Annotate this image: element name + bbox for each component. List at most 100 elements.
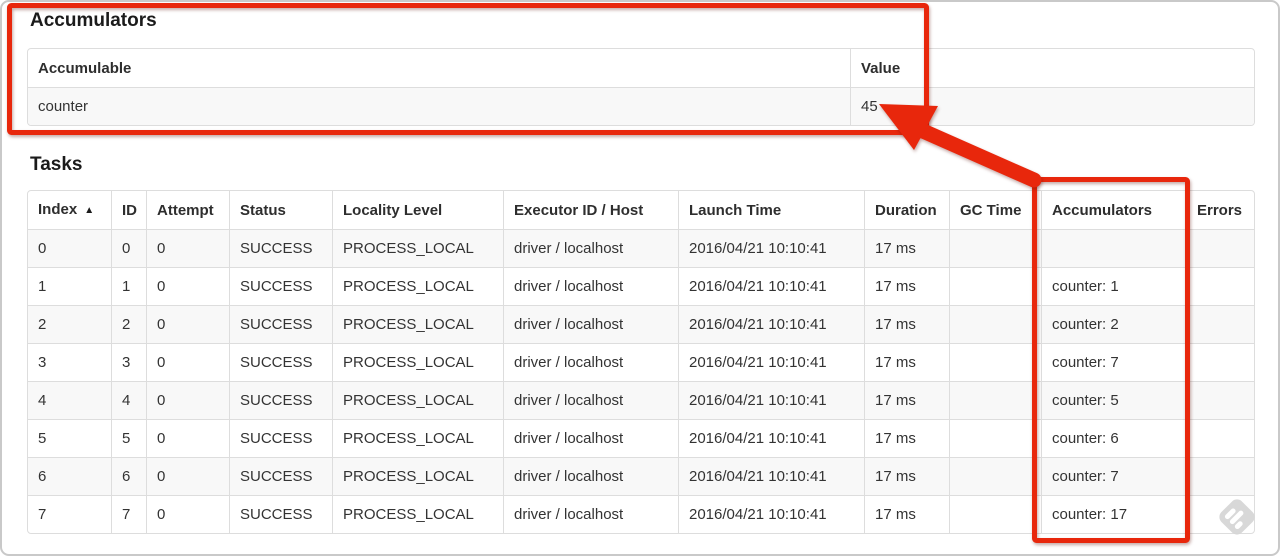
cell-gc <box>949 381 1041 419</box>
cell-gc <box>949 343 1041 381</box>
cell-launch: 2016/04/21 10:10:41 <box>678 495 864 533</box>
column-header-accumulable[interactable]: Accumulable <box>28 49 850 87</box>
cell-attempt: 0 <box>146 305 229 343</box>
cell-id: 1 <box>111 267 146 305</box>
cell-errors <box>1186 419 1254 457</box>
cell-index: 1 <box>28 267 111 305</box>
cell-launch: 2016/04/21 10:10:41 <box>678 457 864 495</box>
cell-executor: driver / localhost <box>503 381 678 419</box>
cell-index: 4 <box>28 381 111 419</box>
column-header-locality-level[interactable]: Locality Level <box>332 191 503 229</box>
cell-locality: PROCESS_LOCAL <box>332 343 503 381</box>
accumulators-table: Accumulable Value counter 45 <box>27 48 1255 126</box>
column-header-accumulators[interactable]: Accumulators <box>1041 191 1186 229</box>
cell-duration: 17 ms <box>864 495 949 533</box>
cell-accumulators: counter: 2 <box>1041 305 1186 343</box>
cell-errors <box>1186 305 1254 343</box>
table-row: 1 1 0 SUCCESS PROCESS_LOCAL driver / localhos… <box>28 267 1254 305</box>
cell-accumulators: counter: 17 <box>1041 495 1186 533</box>
cell-locality: PROCESS_LOCAL <box>332 381 503 419</box>
cell-id: 4 <box>111 381 146 419</box>
table-row: 6 6 0 SUCCESS PROCESS_LOCAL driver / localhos… <box>28 457 1254 495</box>
table-row: 0 0 0 SUCCESS PROCESS_LOCAL driver / localhos… <box>28 229 1254 267</box>
cell-id: 2 <box>111 305 146 343</box>
cell-launch: 2016/04/21 10:10:41 <box>678 343 864 381</box>
cell-duration: 17 ms <box>864 381 949 419</box>
cell-status: SUCCESS <box>229 419 332 457</box>
cell-errors <box>1186 267 1254 305</box>
cell-duration: 17 ms <box>864 229 949 267</box>
cell-id: 6 <box>111 457 146 495</box>
cell-gc <box>949 419 1041 457</box>
cell-launch: 2016/04/21 10:10:41 <box>678 305 864 343</box>
cell-accumulators: counter: 7 <box>1041 457 1186 495</box>
cell-duration: 17 ms <box>864 419 949 457</box>
cell-accumulable: counter <box>28 87 850 125</box>
accumulators-header-row: Accumulable Value <box>28 49 1254 87</box>
cell-status: SUCCESS <box>229 267 332 305</box>
column-header-index[interactable]: Index ▲ <box>28 191 111 229</box>
accumulators-section-title: Accumulators <box>30 10 157 31</box>
cell-id: 5 <box>111 419 146 457</box>
cell-errors <box>1186 457 1254 495</box>
cell-locality: PROCESS_LOCAL <box>332 495 503 533</box>
cell-status: SUCCESS <box>229 229 332 267</box>
cell-attempt: 0 <box>146 495 229 533</box>
cell-status: SUCCESS <box>229 495 332 533</box>
column-header-executor-id-host[interactable]: Executor ID / Host <box>503 191 678 229</box>
table-row: 7 7 0 SUCCESS PROCESS_LOCAL driver / localhos… <box>28 495 1254 533</box>
cell-duration: 17 ms <box>864 305 949 343</box>
cell-accumulators: counter: 5 <box>1041 381 1186 419</box>
cell-index: 6 <box>28 457 111 495</box>
column-header-attempt[interactable]: Attempt <box>146 191 229 229</box>
cell-launch: 2016/04/21 10:10:41 <box>678 381 864 419</box>
cell-status: SUCCESS <box>229 305 332 343</box>
cell-launch: 2016/04/21 10:10:41 <box>678 229 864 267</box>
table-row: 5 5 0 SUCCESS PROCESS_LOCAL driver / localhos… <box>28 419 1254 457</box>
cell-launch: 2016/04/21 10:10:41 <box>678 419 864 457</box>
tasks-header-row: Index ▲ ID Attempt Status Locality Level … <box>28 191 1254 229</box>
cell-executor: driver / localhost <box>503 229 678 267</box>
cell-launch: 2016/04/21 10:10:41 <box>678 267 864 305</box>
table-row: 2 2 0 SUCCESS PROCESS_LOCAL driver / localhos… <box>28 305 1254 343</box>
cell-locality: PROCESS_LOCAL <box>332 229 503 267</box>
cell-index: 5 <box>28 419 111 457</box>
cell-gc <box>949 495 1041 533</box>
cell-attempt: 0 <box>146 267 229 305</box>
cell-accumulators: counter: 1 <box>1041 267 1186 305</box>
cell-errors <box>1186 343 1254 381</box>
column-header-status[interactable]: Status <box>229 191 332 229</box>
cell-executor: driver / localhost <box>503 267 678 305</box>
cell-index: 2 <box>28 305 111 343</box>
column-header-errors[interactable]: Errors <box>1186 191 1254 229</box>
cell-locality: PROCESS_LOCAL <box>332 457 503 495</box>
cell-gc <box>949 267 1041 305</box>
column-header-id[interactable]: ID <box>111 191 146 229</box>
cell-index: 3 <box>28 343 111 381</box>
cell-duration: 17 ms <box>864 267 949 305</box>
cell-index: 0 <box>28 229 111 267</box>
cell-locality: PROCESS_LOCAL <box>332 305 503 343</box>
column-header-value[interactable]: Value <box>850 49 1254 87</box>
cell-executor: driver / localhost <box>503 419 678 457</box>
column-header-launch-time[interactable]: Launch Time <box>678 191 864 229</box>
cell-index: 7 <box>28 495 111 533</box>
table-row: 4 4 0 SUCCESS PROCESS_LOCAL driver / localhos… <box>28 381 1254 419</box>
cell-executor: driver / localhost <box>503 457 678 495</box>
spark-stage-detail-page: Accumulators Accumulable Value counter 45… <box>27 10 1255 534</box>
column-header-gc-time[interactable]: GC Time <box>949 191 1041 229</box>
cell-errors <box>1186 381 1254 419</box>
sort-ascending-icon: ▲ <box>84 205 95 216</box>
cell-attempt: 0 <box>146 457 229 495</box>
cell-attempt: 0 <box>146 419 229 457</box>
cell-accumulators: counter: 7 <box>1041 343 1186 381</box>
table-row: counter 45 <box>28 87 1254 125</box>
table-row: 3 3 0 SUCCESS PROCESS_LOCAL driver / localhos… <box>28 343 1254 381</box>
cell-executor: driver / localhost <box>503 343 678 381</box>
cell-executor: driver / localhost <box>503 305 678 343</box>
column-header-duration[interactable]: Duration <box>864 191 949 229</box>
cell-gc <box>949 457 1041 495</box>
cell-attempt: 0 <box>146 381 229 419</box>
cell-id: 0 <box>111 229 146 267</box>
cell-status: SUCCESS <box>229 457 332 495</box>
